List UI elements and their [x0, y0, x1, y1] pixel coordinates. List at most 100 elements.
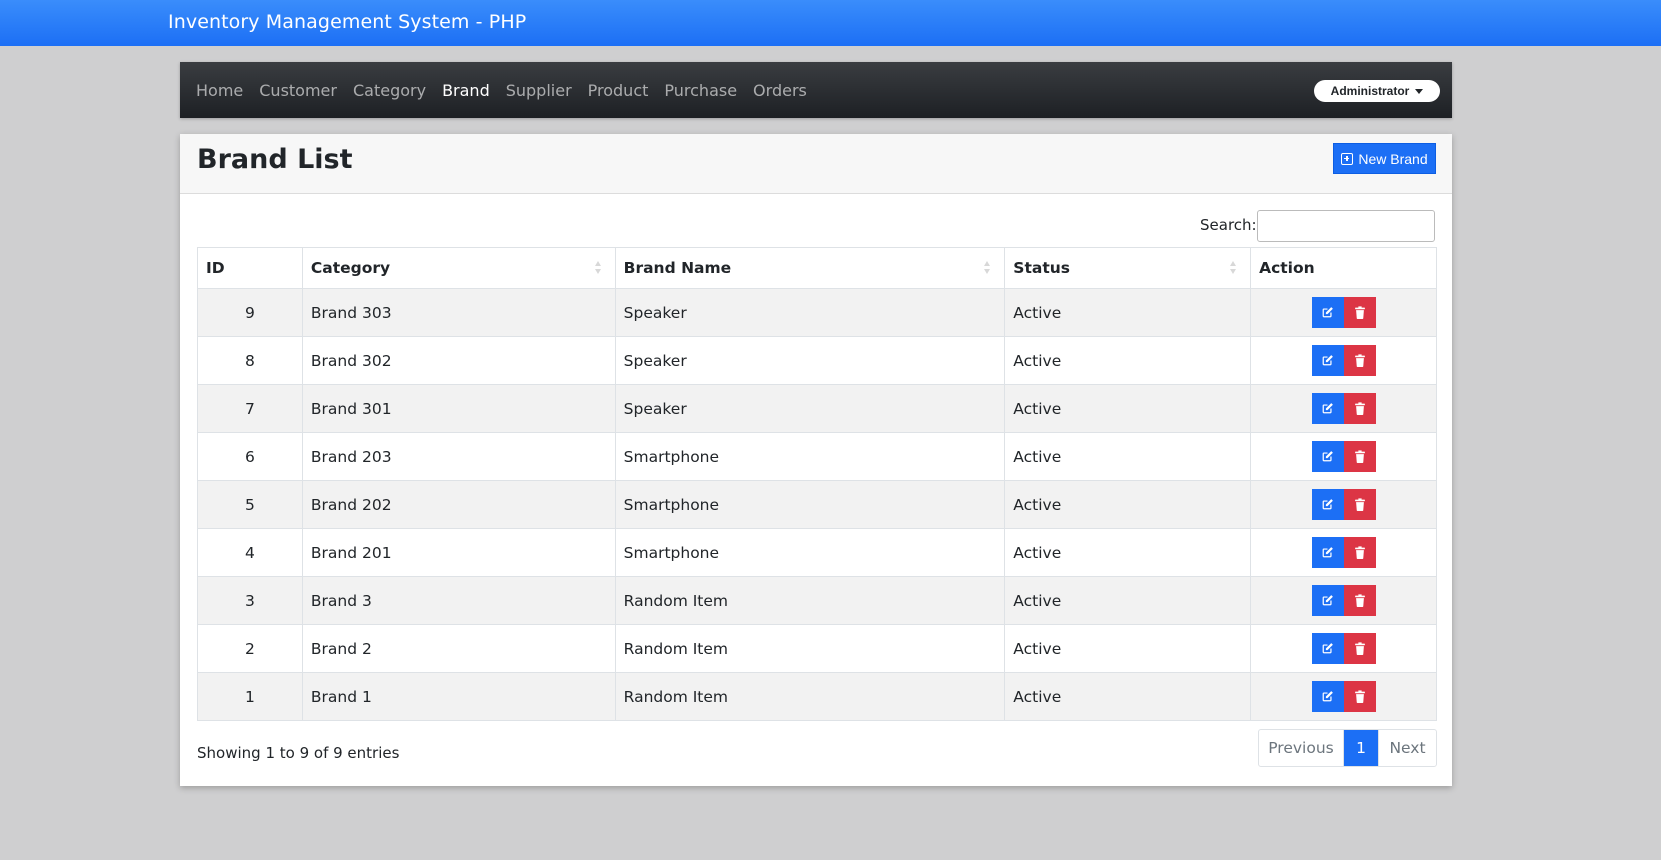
column-header-label: Brand Name	[623, 259, 732, 277]
edit-button[interactable]	[1311, 489, 1344, 520]
status-cell: Active	[1004, 432, 1252, 481]
trash-icon	[1354, 306, 1366, 319]
delete-button[interactable]	[1343, 345, 1376, 376]
pagination: Previous 1 Next	[1258, 729, 1437, 767]
status-cell: Active	[1004, 288, 1252, 337]
edit-icon	[1321, 594, 1334, 607]
action-cell	[1250, 384, 1437, 433]
action-cell	[1250, 576, 1437, 625]
previous-page-button[interactable]: Previous	[1259, 730, 1344, 766]
edit-button[interactable]	[1311, 441, 1344, 472]
edit-button[interactable]	[1311, 297, 1344, 328]
edit-button[interactable]	[1311, 633, 1344, 664]
brand-name-cell: Speaker	[614, 336, 1006, 385]
nav-item-product[interactable]: Product	[580, 81, 657, 100]
brand-name-cell: Random Item	[614, 576, 1006, 625]
plus-square-icon	[1341, 152, 1354, 165]
table-info: Showing 1 to 9 of 9 entries	[197, 744, 400, 762]
category-cell: Brand 201	[301, 528, 616, 577]
table-row: 5 Brand 202 Smartphone Active	[197, 480, 1437, 529]
column-header-action: Action	[1250, 247, 1437, 289]
edit-icon	[1321, 450, 1334, 463]
column-header-category[interactable]: Category	[301, 247, 616, 289]
brand-list-card: Brand List New Brand Search: ID Category B…	[180, 134, 1452, 786]
brand-name-cell: Random Item	[614, 672, 1006, 721]
nav-item-supplier[interactable]: Supplier	[498, 81, 580, 100]
edit-icon	[1321, 642, 1334, 655]
action-cell	[1250, 480, 1437, 529]
next-page-button[interactable]: Next	[1378, 730, 1436, 766]
column-header-status[interactable]: Status	[1004, 247, 1252, 289]
edit-button[interactable]	[1311, 393, 1344, 424]
table-row: 9 Brand 303 Speaker Active	[197, 288, 1437, 337]
action-cell	[1250, 624, 1437, 673]
table-row: 8 Brand 302 Speaker Active	[197, 336, 1437, 385]
sort-icon[interactable]	[594, 261, 603, 275]
brand-name-cell: Speaker	[614, 288, 1006, 337]
brand-name-cell: Speaker	[614, 384, 1006, 433]
sort-icon[interactable]	[1230, 261, 1238, 275]
row-actions	[1259, 393, 1428, 424]
user-menu-button[interactable]: Administrator	[1314, 80, 1440, 102]
nav-item-category[interactable]: Category	[345, 81, 434, 100]
row-actions	[1259, 297, 1428, 328]
table-header-row: ID Category Brand Name Status Action	[197, 247, 1437, 289]
edit-button[interactable]	[1311, 537, 1344, 568]
table-row: 1 Brand 1 Random Item Active	[197, 672, 1437, 721]
nav-item-purchase[interactable]: Purchase	[656, 81, 745, 100]
table-row: 6 Brand 203 Smartphone Active	[197, 432, 1437, 481]
brand-name-cell: Smartphone	[614, 480, 1006, 529]
delete-button[interactable]	[1343, 585, 1376, 616]
trash-icon	[1354, 354, 1366, 367]
brand-name-cell: Random Item	[614, 624, 1006, 673]
category-cell: Brand 3	[301, 576, 616, 625]
edit-button[interactable]	[1311, 681, 1344, 712]
status-cell: Active	[1004, 624, 1252, 673]
table-body: 9 Brand 303 Speaker Active 8 Brand 302 Speaker…	[197, 288, 1437, 721]
app-header: Inventory Management System - PHP	[0, 0, 1661, 46]
edit-button[interactable]	[1311, 345, 1344, 376]
nav-item-customer[interactable]: Customer	[251, 81, 345, 100]
nav-item-home[interactable]: Home	[188, 81, 251, 100]
edit-button[interactable]	[1311, 585, 1344, 616]
id-cell: 4	[197, 528, 303, 577]
main-navbar: Home Customer Category Brand Supplier Product…	[180, 62, 1452, 118]
column-header-label: Status	[1013, 259, 1070, 277]
category-cell: Brand 301	[301, 384, 616, 433]
brand-name-cell: Smartphone	[614, 528, 1006, 577]
page-1-button[interactable]: 1	[1344, 730, 1378, 766]
delete-button[interactable]	[1343, 633, 1376, 664]
delete-button[interactable]	[1343, 537, 1376, 568]
edit-icon	[1321, 402, 1334, 415]
brand-name-cell: Smartphone	[614, 432, 1006, 481]
id-cell: 7	[197, 384, 303, 433]
row-actions	[1259, 441, 1428, 472]
status-cell: Active	[1004, 336, 1252, 385]
delete-button[interactable]	[1343, 489, 1376, 520]
edit-icon	[1321, 498, 1334, 511]
nav-item-orders[interactable]: Orders	[745, 81, 815, 100]
trash-icon	[1354, 642, 1366, 655]
table-row: 2 Brand 2 Random Item Active	[197, 624, 1437, 673]
status-cell: Active	[1004, 384, 1252, 433]
sort-icon[interactable]	[984, 261, 992, 275]
edit-icon	[1321, 306, 1334, 319]
search-input[interactable]	[1257, 210, 1435, 242]
delete-button[interactable]	[1343, 441, 1376, 472]
category-cell: Brand 2	[301, 624, 616, 673]
category-cell: Brand 302	[301, 336, 616, 385]
delete-button[interactable]	[1343, 681, 1376, 712]
action-cell	[1250, 528, 1437, 577]
delete-button[interactable]	[1343, 297, 1376, 328]
action-cell	[1250, 432, 1437, 481]
delete-button[interactable]	[1343, 393, 1376, 424]
app-title: Inventory Management System - PHP	[168, 11, 527, 33]
table-row: 3 Brand 3 Random Item Active	[197, 576, 1437, 625]
new-brand-button[interactable]: New Brand	[1333, 143, 1436, 174]
nav-item-brand[interactable]: Brand	[434, 81, 498, 100]
trash-icon	[1354, 690, 1366, 703]
column-header-brand-name[interactable]: Brand Name	[614, 247, 1006, 289]
status-cell: Active	[1004, 480, 1252, 529]
brand-table: ID Category Brand Name Status Action 9 Brand …	[197, 247, 1437, 721]
action-cell	[1250, 336, 1437, 385]
